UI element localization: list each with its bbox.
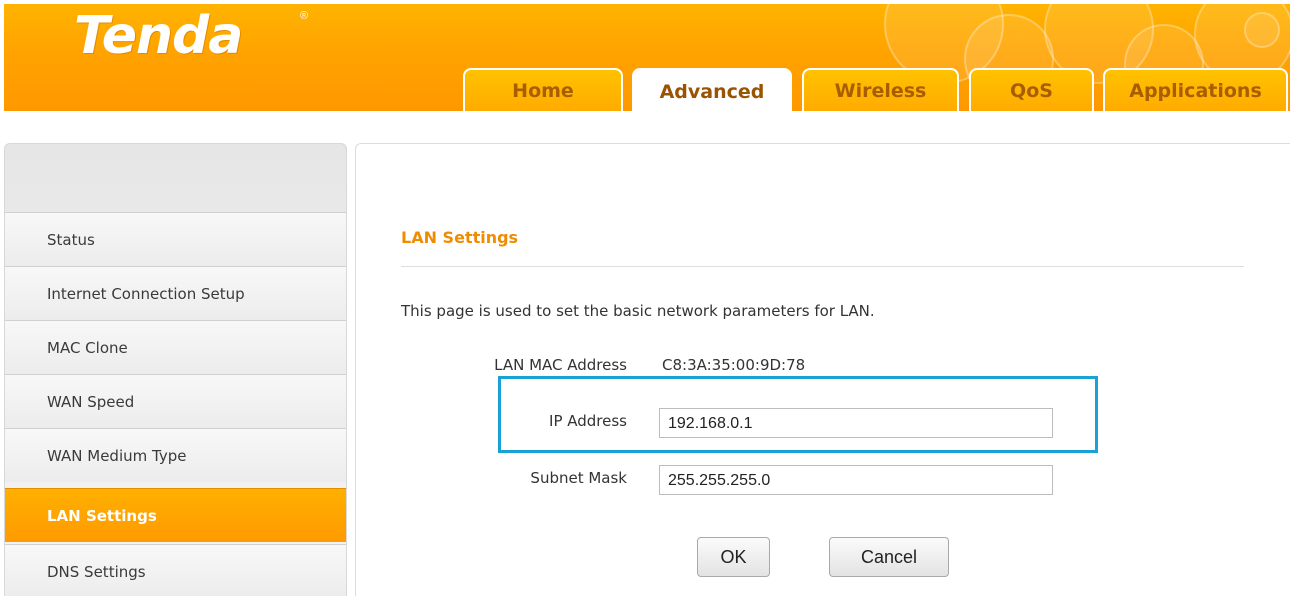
ip-address-input[interactable]: 192.168.0.1 bbox=[659, 408, 1053, 438]
tab-qos[interactable]: QoS bbox=[969, 68, 1094, 111]
sidebar-item-wan-medium-type[interactable]: WAN Medium Type bbox=[5, 428, 346, 482]
decorative-bubble bbox=[1244, 12, 1280, 48]
subnet-mask-label: Subnet Mask bbox=[530, 469, 627, 487]
sidebar-item-lan-settings[interactable]: LAN Settings bbox=[5, 488, 346, 542]
title-divider bbox=[401, 266, 1244, 267]
header-banner: Tenda ® Home Advanced Wireless QoS Appli… bbox=[4, 4, 1290, 111]
ip-address-label: IP Address bbox=[549, 412, 627, 430]
subnet-mask-input[interactable]: 255.255.255.0 bbox=[659, 465, 1053, 495]
page-description: This page is used to set the basic netwo… bbox=[401, 302, 875, 320]
cancel-button[interactable]: Cancel bbox=[829, 537, 949, 577]
registered-mark: ® bbox=[300, 10, 309, 22]
sidebar-item-dns-settings[interactable]: DNS Settings bbox=[5, 544, 346, 596]
tab-advanced[interactable]: Advanced bbox=[632, 68, 792, 111]
page-title: LAN Settings bbox=[401, 228, 519, 247]
tab-applications[interactable]: Applications bbox=[1103, 68, 1288, 111]
sidebar-item-mac-clone[interactable]: MAC Clone bbox=[5, 320, 346, 374]
tenda-logo: Tenda bbox=[74, 6, 243, 66]
sidebar-item-wan-speed[interactable]: WAN Speed bbox=[5, 374, 346, 428]
tab-wireless[interactable]: Wireless bbox=[802, 68, 959, 111]
sidebar: Status Internet Connection Setup MAC Clo… bbox=[4, 143, 347, 596]
ok-button[interactable]: OK bbox=[697, 537, 770, 577]
tab-home[interactable]: Home bbox=[463, 68, 623, 111]
sidebar-item-internet-connection-setup[interactable]: Internet Connection Setup bbox=[5, 266, 346, 320]
sidebar-item-status[interactable]: Status bbox=[5, 212, 346, 266]
mac-address-value: C8:3A:35:00:9D:78 bbox=[662, 356, 806, 374]
mac-address-label: LAN MAC Address bbox=[494, 356, 627, 374]
